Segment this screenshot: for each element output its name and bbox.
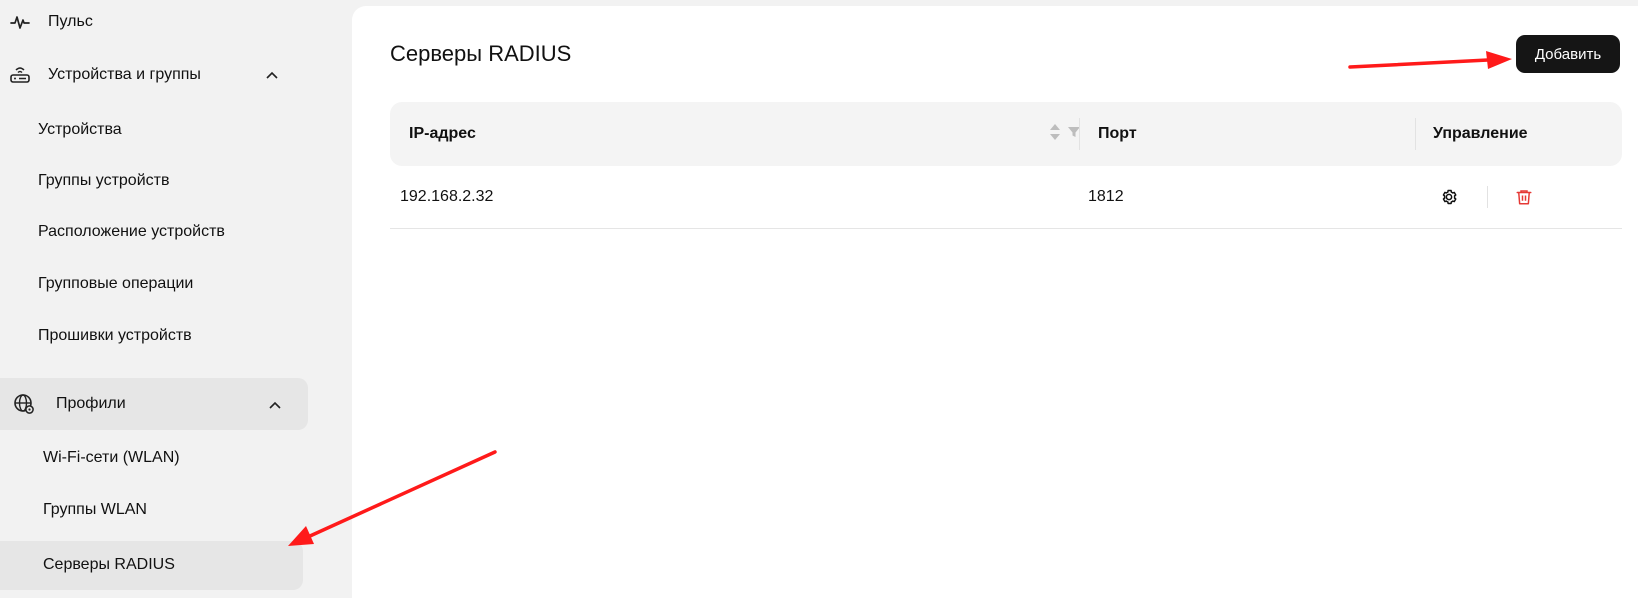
chevron-up-icon[interactable] [268,398,282,412]
sidebar-group-devices[interactable]: Устройства и группы [8,53,201,97]
chevron-up-icon[interactable] [265,68,279,82]
sidebar-item-radius-servers[interactable]: Серверы RADIUS [43,543,175,587]
main-panel: Серверы RADIUS Добавить IP-адрес Порт Уп… [352,6,1638,598]
sidebar-group-label: Устройства и группы [48,66,201,83]
sidebar-item-label: Устройства [38,121,122,138]
column-header-port[interactable]: Порт [1098,102,1137,166]
sidebar-item-group-operations[interactable]: Групповые операции [38,262,193,306]
table-row: 192.168.2.32 1812 [390,166,1622,229]
sidebar-group-profiles[interactable]: Профили [12,382,126,426]
column-divider [1079,118,1080,150]
cell-ip: 192.168.2.32 [400,188,494,205]
sidebar-group-label: Профили [56,395,126,412]
router-icon [8,63,32,87]
sidebar: Пульс Устройства и группы Устройства Гру… [0,0,335,598]
sidebar-item-label: Серверы RADIUS [43,556,175,573]
sidebar-item-label: Прошивки устройств [38,327,192,344]
sidebar-item-label: Wi-Fi-сети (WLAN) [43,449,180,466]
column-tools [1049,122,1081,147]
globe-settings-icon [12,392,36,416]
add-button[interactable]: Добавить [1516,35,1620,73]
sort-icon[interactable] [1049,122,1061,147]
action-divider [1487,186,1488,208]
sidebar-item-label: Группы устройств [38,172,170,189]
trash-icon[interactable] [1511,184,1537,210]
sidebar-item-firmware[interactable]: Прошивки устройств [38,314,192,358]
sidebar-item-device-groups[interactable]: Группы устройств [38,159,169,203]
sidebar-item-label: Групповые операции [38,275,194,292]
sidebar-item-label: Пульс [48,13,93,30]
sidebar-item-wlan-groups[interactable]: Группы WLAN [43,488,147,532]
sidebar-item-device-locations[interactable]: Расположение устройств [38,210,225,254]
gear-icon[interactable] [1436,184,1462,210]
sidebar-item-label: Расположение устройств [38,223,225,240]
cell-port: 1812 [1088,188,1124,205]
app-root: Пульс Устройства и группы Устройства Гру… [0,0,1638,598]
sidebar-item-wlan[interactable]: Wi-Fi-сети (WLAN) [43,436,180,480]
sidebar-item-devices[interactable]: Устройства [38,108,122,152]
pulse-icon [8,10,32,34]
sidebar-item-pulse[interactable]: Пульс [8,0,93,44]
column-header-ip[interactable]: IP-адрес [409,102,476,166]
table-header: IP-адрес Порт Управление [390,102,1622,166]
page-title: Серверы RADIUS [390,41,572,66]
column-divider [1415,118,1416,150]
sidebar-item-label: Группы WLAN [43,501,147,518]
column-header-actions: Управление [1433,125,1528,142]
